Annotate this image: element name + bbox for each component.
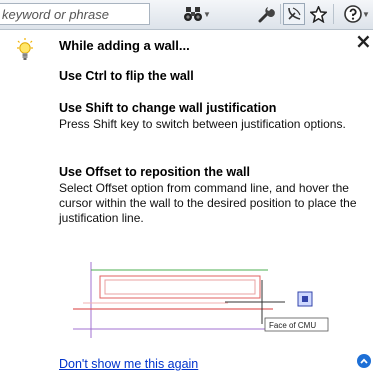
tip-offset: Use Offset to reposition the wall Select…: [59, 165, 359, 226]
favorites-button[interactable]: [307, 3, 329, 25]
chevron-down-icon: ▼: [362, 9, 370, 19]
help-icon: [344, 5, 362, 23]
lightbulb-icon: [17, 38, 33, 60]
search-input[interactable]: keyword or phrase: [0, 3, 150, 25]
help-toolbar: keyword or phrase ▼ ▼: [0, 0, 373, 30]
close-icon[interactable]: ×: [355, 31, 372, 51]
wrench-icon: [258, 7, 275, 23]
tip-shift: Use Shift to change wall justification P…: [59, 101, 359, 132]
chevron-up-icon: [360, 358, 368, 364]
tip-text: Press Shift key to switch between justif…: [59, 117, 346, 131]
star-icon: [309, 5, 327, 23]
chevron-down-icon: ▼: [203, 9, 211, 19]
help-button[interactable]: ▼: [341, 3, 373, 25]
communication-button[interactable]: [283, 3, 305, 25]
toolbar-divider: [333, 4, 334, 24]
tip-text: Select Offset option from command line, …: [59, 181, 357, 225]
tip-heading: Use Ctrl to flip the wall: [59, 69, 194, 83]
scroll-up-button[interactable]: [357, 354, 371, 368]
tip-ctrl: Use Ctrl to flip the wall: [59, 69, 359, 85]
search-button[interactable]: ▼: [182, 3, 212, 25]
tools-button[interactable]: [253, 3, 279, 25]
tooltip-title: While adding a wall...: [59, 38, 190, 53]
dont-show-again-link[interactable]: Don't show me this again: [59, 357, 198, 371]
toolbar-divider: [280, 4, 281, 24]
wall-offset-illustration: Face of CMU: [73, 262, 329, 338]
satellite-icon: [288, 7, 301, 20]
tip-heading: Use Shift to change wall justification: [59, 101, 277, 115]
figure-label: Face of CMU: [269, 321, 316, 330]
binoculars-icon: [184, 7, 203, 21]
tip-heading: Use Offset to reposition the wall: [59, 165, 250, 179]
